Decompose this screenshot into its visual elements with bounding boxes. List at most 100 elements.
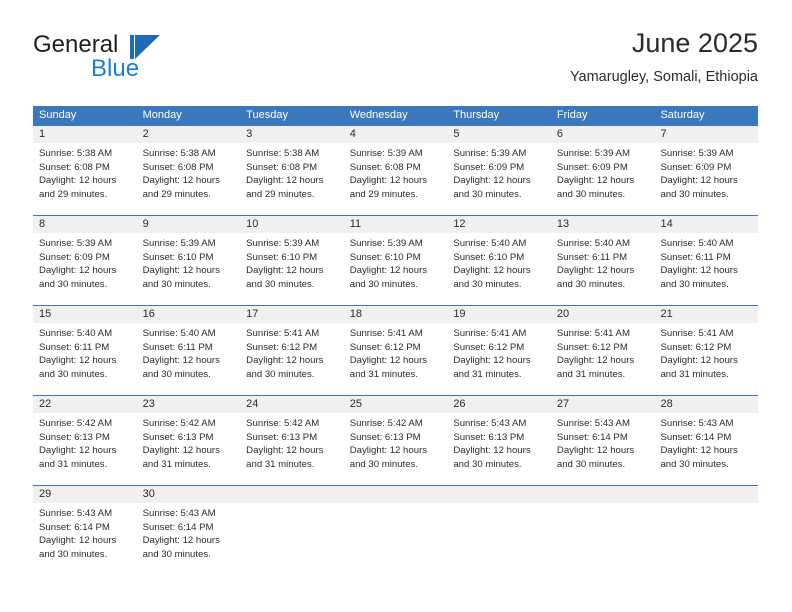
sunrise-text: Sunrise: 5:42 AM <box>142 418 216 429</box>
day-number[interactable]: 18 <box>344 306 448 323</box>
day-cell[interactable]: Sunrise: 5:40 AM Sunset: 6:11 PM Daylight:… <box>33 323 137 395</box>
daylight-text-line2: and 30 minutes. <box>349 458 419 470</box>
day-cell[interactable]: Sunrise: 5:43 AM Sunset: 6:14 PM Daylight:… <box>137 503 241 575</box>
daylight-text-line2: and 30 minutes. <box>556 188 626 200</box>
day-cell[interactable]: Sunrise: 5:42 AM Sunset: 6:13 PM Daylight:… <box>240 413 344 485</box>
calendar-week-row: 29 30 Sunrise: 5:43 AM Sunset: 6:14 PM Dayli… <box>33 485 758 575</box>
day-cell[interactable]: Sunrise: 5:43 AM Sunset: 6:14 PM Daylight:… <box>33 503 137 575</box>
daylight-text-line2: and 31 minutes. <box>246 458 315 470</box>
day-cell[interactable] <box>654 503 758 575</box>
day-cell[interactable]: Sunrise: 5:42 AM Sunset: 6:13 PM Daylight:… <box>344 413 448 485</box>
day-number[interactable] <box>240 486 344 503</box>
day-number[interactable]: 8 <box>33 216 137 233</box>
sunset-text: Sunset: 6:12 PM <box>246 341 318 353</box>
day-number[interactable]: 25 <box>344 396 448 413</box>
daylight-text-line2: and 31 minutes. <box>142 458 211 470</box>
day-number[interactable]: 14 <box>654 216 758 233</box>
day-cell[interactable]: Sunrise: 5:39 AM Sunset: 6:09 PM Daylight:… <box>654 143 758 215</box>
day-number[interactable]: 24 <box>240 396 344 413</box>
day-cell[interactable]: Sunrise: 5:39 AM Sunset: 6:09 PM Daylight:… <box>447 143 551 215</box>
day-cell[interactable]: Sunrise: 5:41 AM Sunset: 6:12 PM Daylight:… <box>447 323 551 395</box>
day-cell[interactable]: Sunrise: 5:39 AM Sunset: 6:10 PM Daylight:… <box>240 233 344 305</box>
day-number[interactable]: 9 <box>137 216 241 233</box>
day-number[interactable]: 13 <box>551 216 655 233</box>
day-number[interactable]: 4 <box>344 126 448 143</box>
day-number[interactable]: 30 <box>137 486 241 503</box>
day-cell[interactable]: Sunrise: 5:41 AM Sunset: 6:12 PM Daylight:… <box>551 323 655 395</box>
day-number[interactable]: 15 <box>33 306 137 323</box>
day-number[interactable]: 27 <box>551 396 655 413</box>
day-cell[interactable]: Sunrise: 5:42 AM Sunset: 6:13 PM Daylight:… <box>137 413 241 485</box>
day-cell[interactable]: Sunrise: 5:38 AM Sunset: 6:08 PM Daylight:… <box>33 143 137 215</box>
day-cell[interactable]: Sunrise: 5:42 AM Sunset: 6:13 PM Daylight:… <box>33 413 137 485</box>
day-cell[interactable]: Sunrise: 5:41 AM Sunset: 6:12 PM Daylight:… <box>344 323 448 395</box>
daylight-text-line1: Daylight: 12 hours <box>142 175 220 186</box>
day-cell[interactable]: Sunrise: 5:39 AM Sunset: 6:10 PM Daylight:… <box>344 233 448 305</box>
day-number[interactable]: 3 <box>240 126 344 143</box>
day-number[interactable] <box>551 486 655 503</box>
daylight-text-line2: and 30 minutes. <box>246 278 315 290</box>
day-cell[interactable] <box>240 503 344 575</box>
day-number[interactable]: 11 <box>344 216 448 233</box>
day-number[interactable]: 21 <box>654 306 758 323</box>
day-cell[interactable]: Sunrise: 5:41 AM Sunset: 6:12 PM Daylight:… <box>240 323 344 395</box>
day-cell[interactable]: Sunrise: 5:39 AM Sunset: 6:08 PM Daylight:… <box>344 143 448 215</box>
day-number[interactable]: 28 <box>654 396 758 413</box>
day-number[interactable]: 22 <box>33 396 137 413</box>
day-number[interactable]: 12 <box>447 216 551 233</box>
day-cell[interactable]: Sunrise: 5:39 AM Sunset: 6:09 PM Daylight:… <box>551 143 655 215</box>
day-cell[interactable]: Sunrise: 5:38 AM Sunset: 6:08 PM Daylight:… <box>240 143 344 215</box>
day-number[interactable]: 29 <box>33 486 137 503</box>
day-number[interactable]: 6 <box>551 126 655 143</box>
daylight-text-line1: Daylight: 12 hours <box>39 445 117 456</box>
calendar-week-row: 15 16 17 18 19 20 21 Sunrise: 5:40 AM Sunset: 6:… <box>33 305 758 395</box>
day-cell[interactable]: Sunrise: 5:39 AM Sunset: 6:09 PM Daylight:… <box>33 233 137 305</box>
day-cell[interactable] <box>447 503 551 575</box>
day-cell[interactable]: Sunrise: 5:40 AM Sunset: 6:10 PM Daylight:… <box>447 233 551 305</box>
calendar-page: General Blue June 2025 Yamarugley, Somal… <box>0 0 792 612</box>
daylight-text-line1: Daylight: 12 hours <box>453 175 531 186</box>
day-cell[interactable]: Sunrise: 5:43 AM Sunset: 6:14 PM Daylight:… <box>551 413 655 485</box>
day-cell[interactable] <box>344 503 448 575</box>
daylight-text-line1: Daylight: 12 hours <box>453 445 531 456</box>
sunset-text: Sunset: 6:11 PM <box>142 341 213 353</box>
day-number[interactable]: 10 <box>240 216 344 233</box>
day-number[interactable] <box>344 486 448 503</box>
day-number[interactable]: 7 <box>654 126 758 143</box>
sunset-text: Sunset: 6:08 PM <box>39 161 110 173</box>
day-cell[interactable] <box>551 503 655 575</box>
day-number[interactable]: 23 <box>137 396 241 413</box>
daylight-text-line1: Daylight: 12 hours <box>556 265 635 276</box>
day-number[interactable]: 2 <box>137 126 241 143</box>
daylight-text-line2: and 30 minutes. <box>246 368 315 380</box>
day-cell[interactable]: Sunrise: 5:39 AM Sunset: 6:10 PM Daylight:… <box>137 233 241 305</box>
day-cell[interactable]: Sunrise: 5:40 AM Sunset: 6:11 PM Daylight:… <box>654 233 758 305</box>
daylight-text-line1: Daylight: 12 hours <box>39 265 117 276</box>
day-cell[interactable]: Sunrise: 5:38 AM Sunset: 6:08 PM Daylight:… <box>137 143 241 215</box>
day-number[interactable]: 20 <box>551 306 655 323</box>
sunset-text: Sunset: 6:08 PM <box>142 161 214 173</box>
day-cell[interactable]: Sunrise: 5:40 AM Sunset: 6:11 PM Daylight:… <box>551 233 655 305</box>
daylight-text-line1: Daylight: 12 hours <box>39 175 117 186</box>
day-number[interactable]: 1 <box>33 126 137 143</box>
day-cell[interactable]: Sunrise: 5:41 AM Sunset: 6:12 PM Daylight:… <box>654 323 758 395</box>
day-number[interactable]: 17 <box>240 306 344 323</box>
day-number[interactable]: 26 <box>447 396 551 413</box>
sunrise-text: Sunrise: 5:38 AM <box>39 148 113 159</box>
daylight-text-line2: and 31 minutes. <box>556 368 626 380</box>
sunset-text: Sunset: 6:10 PM <box>246 251 318 263</box>
day-number[interactable]: 19 <box>447 306 551 323</box>
sunrise-text: Sunrise: 5:40 AM <box>453 238 527 249</box>
day-detail-band: Sunrise: 5:38 AM Sunset: 6:08 PM Daylight:… <box>33 143 758 215</box>
daylight-text-line1: Daylight: 12 hours <box>246 355 324 366</box>
day-cell[interactable]: Sunrise: 5:43 AM Sunset: 6:13 PM Daylight:… <box>447 413 551 485</box>
day-number[interactable] <box>447 486 551 503</box>
day-number[interactable]: 16 <box>137 306 241 323</box>
sunrise-text: Sunrise: 5:39 AM <box>349 238 423 249</box>
day-number[interactable]: 5 <box>447 126 551 143</box>
day-cell[interactable]: Sunrise: 5:40 AM Sunset: 6:11 PM Daylight:… <box>137 323 241 395</box>
day-number[interactable] <box>654 486 758 503</box>
weekday-header-monday: Monday <box>142 109 182 121</box>
sunset-text: Sunset: 6:08 PM <box>349 161 421 173</box>
day-cell[interactable]: Sunrise: 5:43 AM Sunset: 6:14 PM Daylight:… <box>654 413 758 485</box>
